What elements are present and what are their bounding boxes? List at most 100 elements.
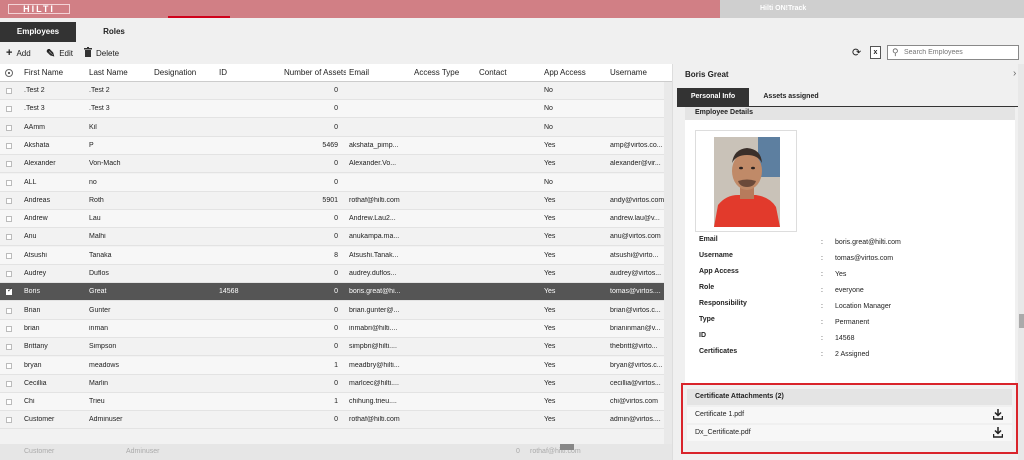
cell-email: akshata_pimp... [349,141,399,149]
col-id[interactable]: ID [219,68,281,77]
col-access-type[interactable]: Access Type [414,68,476,77]
row-checkbox[interactable] [6,197,12,204]
table-row[interactable]: ALL no 0 No [0,173,672,192]
row-checkbox[interactable] [6,380,12,387]
search-input[interactable] [904,47,1016,58]
detail-separator: : [821,335,823,342]
table-row[interactable]: Customer Adminuser 0 rothaf@hilti.com Yes adm… [0,411,672,430]
detail-separator: : [821,287,823,294]
delete-button[interactable]: Delete [84,46,119,59]
row-checkbox[interactable] [6,307,12,314]
tab-roles[interactable]: Roles [76,22,152,42]
row-checkbox[interactable] [6,344,12,351]
add-button[interactable]: + Add [6,47,31,59]
panel-scroll-thumb[interactable] [1019,314,1024,328]
certificate-row[interactable]: Certificate 1.pdf [687,407,1012,423]
panel-scrollbar[interactable] [1018,64,1024,460]
row-checkbox[interactable] [6,161,12,168]
cell-assets: 0 [334,215,338,223]
download-icon[interactable] [993,409,1003,420]
cell-id: 14568 [219,288,239,296]
detail-separator: : [821,351,823,358]
col-first-name[interactable]: First Name [24,68,86,77]
cell-username: thebritt@virto... [610,343,658,351]
cell-email: Atsushi.Tanak... [349,251,399,259]
row-checkbox[interactable] [6,399,12,406]
pencil-icon: ✎ [46,47,56,60]
tab-personal-info[interactable]: Personal Info [677,88,749,106]
select-all-radio[interactable] [5,69,13,77]
cell-last: inman [89,324,109,332]
table-row[interactable]: .Test 2 .Test 2 0 No [0,82,672,100]
detail-separator: : [821,319,823,326]
col-email[interactable]: Email [349,68,411,77]
excel-export-icon[interactable]: x [870,46,881,59]
detail-value: 14568 [835,335,855,342]
horizontal-scroll-thumb[interactable] [560,444,574,450]
detail-separator: : [821,271,823,278]
table-row[interactable]: Akshata P 5469 akshata_pimp... Yes amp@virtos… [0,136,672,155]
grid-scrollbar[interactable] [664,82,672,456]
row-checkbox[interactable] [6,417,12,424]
table-row[interactable]: Audrey Duflos 0 audrey.duflos... Yes audrey@v… [0,265,672,283]
table-row[interactable]: Chi Trieu 1 chihung.trieu.... Yes chi@virtos.… [0,393,672,412]
table-row[interactable]: .Test 3 .Test 3 0 No [0,100,672,119]
cell-app-access: Yes [544,233,556,241]
cell-assets: 0 [334,105,338,113]
cell-app-access: Yes [544,343,556,351]
table-row[interactable]: Boris Great 14568 0 boris.great@hi... Yes toma… [0,283,672,302]
tab-employees[interactable]: Employees [0,22,76,42]
cell-first: .Test 2 [24,87,45,94]
cell-email: Andrew.Lau2... [349,215,396,223]
table-row[interactable]: Brian Gunter 0 brian.gunter@... Yes brian@vir… [0,302,672,320]
row-checkbox[interactable] [6,179,12,186]
col-username[interactable]: Username [610,68,664,77]
col-designation[interactable]: Designation [154,68,216,77]
table-row[interactable]: Andrew Lau 0 Andrew.Lau2... Yes andrew.lau@v.… [0,210,672,229]
table-row[interactable]: AAmm Kil 0 No [0,119,672,137]
row-checkbox[interactable] [6,234,12,241]
refresh-icon[interactable]: ⟳ [852,47,864,59]
cell-app-access: No [544,87,553,94]
certificate-row[interactable]: Dx_Certificate.pdf [687,425,1012,441]
cell-app-access: Yes [544,398,556,406]
detail-row: ID: 14568 [699,332,1009,346]
cell-last: P [89,141,94,149]
cell-assets: 0 [334,306,338,314]
table-row[interactable]: Andreas Roth 5901 rothaf@hilti.com Yes andy@v… [0,192,672,210]
cell-email: meadbry@hilti... [349,361,400,369]
row-checkbox[interactable] [6,142,12,149]
row-checkbox[interactable] [6,271,12,277]
col-number-of-assets[interactable]: Number of Assets [284,68,346,77]
search-box[interactable]: ⚲ [887,45,1019,60]
col-app-access[interactable]: App Access [544,68,606,77]
table-row[interactable]: Brittany Simpson 0 simpbri@hilti.... Yes theb… [0,338,672,357]
table-row[interactable]: Atsushi Tanaka 8 Atsushi.Tanak... Yes atsushi… [0,246,672,265]
table-row[interactable]: brian inman 0 inmabri@hilti.... Yes brianinma… [0,319,672,338]
col-last-name[interactable]: Last Name [89,68,151,77]
row-checkbox[interactable] [6,325,12,332]
edit-button[interactable]: ✎ Edit [46,47,73,60]
table-row[interactable]: Alexander Von-Mach 0 Alexander.Vo... Yes alex… [0,155,672,174]
row-checkbox[interactable] [6,362,12,369]
detail-value: everyone [835,287,864,294]
detail-label: Type [699,316,715,323]
cell-email: marlcec@hilti.... [349,379,399,387]
table-row[interactable]: Anu Malhi 0 anukampa.ma... Yes anu@virtos.com [0,228,672,247]
tab-assets-assigned[interactable]: Assets assigned [753,88,829,106]
download-icon[interactable] [993,427,1003,438]
row-checkbox[interactable] [6,124,12,131]
row-checkbox[interactable] [6,252,12,259]
col-contact[interactable]: Contact [479,68,541,77]
cell-first: Chi [24,398,35,406]
table-row[interactable]: Cecillia Marlin 0 marlcec@hilti.... Yes cecil… [0,375,672,393]
cell-username: tomas@virtos.... [610,288,661,296]
row-checkbox[interactable] [6,286,13,296]
row-checkbox[interactable] [6,106,12,113]
cell-first: Anu [24,233,37,241]
row-checkbox[interactable] [6,88,12,94]
employee-details-card: Email: boris.great@hilti.com Username: toma… [685,120,1015,384]
collapse-panel-icon[interactable]: › [1013,68,1016,79]
table-row[interactable]: bryan meadows 1 meadbry@hilti... Yes bryan@vi… [0,356,672,375]
row-checkbox[interactable] [6,216,12,223]
